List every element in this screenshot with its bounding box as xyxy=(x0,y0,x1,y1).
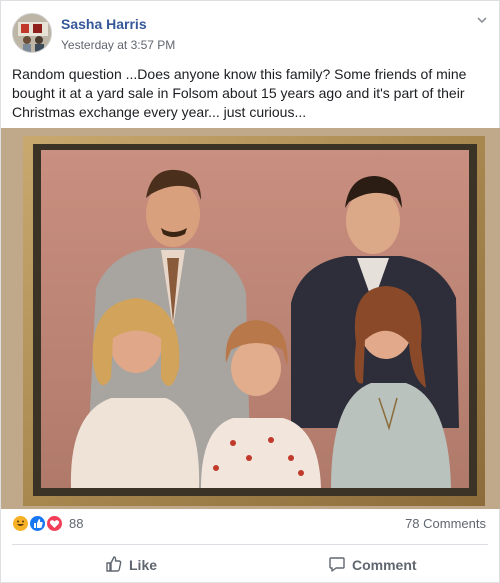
reaction-count[interactable]: 88 xyxy=(69,516,83,531)
chevron-down-icon[interactable] xyxy=(475,13,489,27)
thumbs-up-icon xyxy=(105,555,129,576)
post-header: Sasha Harris Yesterday at 3:57 PM xyxy=(1,1,500,59)
post-photo[interactable] xyxy=(1,128,500,509)
like-button[interactable]: Like xyxy=(105,552,157,578)
like-label: Like xyxy=(129,557,158,573)
avatar[interactable] xyxy=(12,13,52,53)
author-name[interactable]: Sasha Harris xyxy=(61,16,147,32)
divider xyxy=(12,544,488,545)
post-card: Sasha Harris Yesterday at 3:57 PM Random… xyxy=(0,0,500,583)
post-timestamp[interactable]: Yesterday at 3:57 PM xyxy=(61,38,175,52)
comment-label: Comment xyxy=(352,557,417,573)
comment-icon xyxy=(328,555,352,576)
comment-button[interactable]: Comment xyxy=(328,552,417,578)
love-icon xyxy=(45,514,64,533)
haha-icon xyxy=(11,514,30,533)
like-icon xyxy=(28,514,47,533)
comments-count[interactable]: 78 Comments xyxy=(405,516,486,531)
post-text: Random question ...Does anyone know this… xyxy=(12,66,467,120)
